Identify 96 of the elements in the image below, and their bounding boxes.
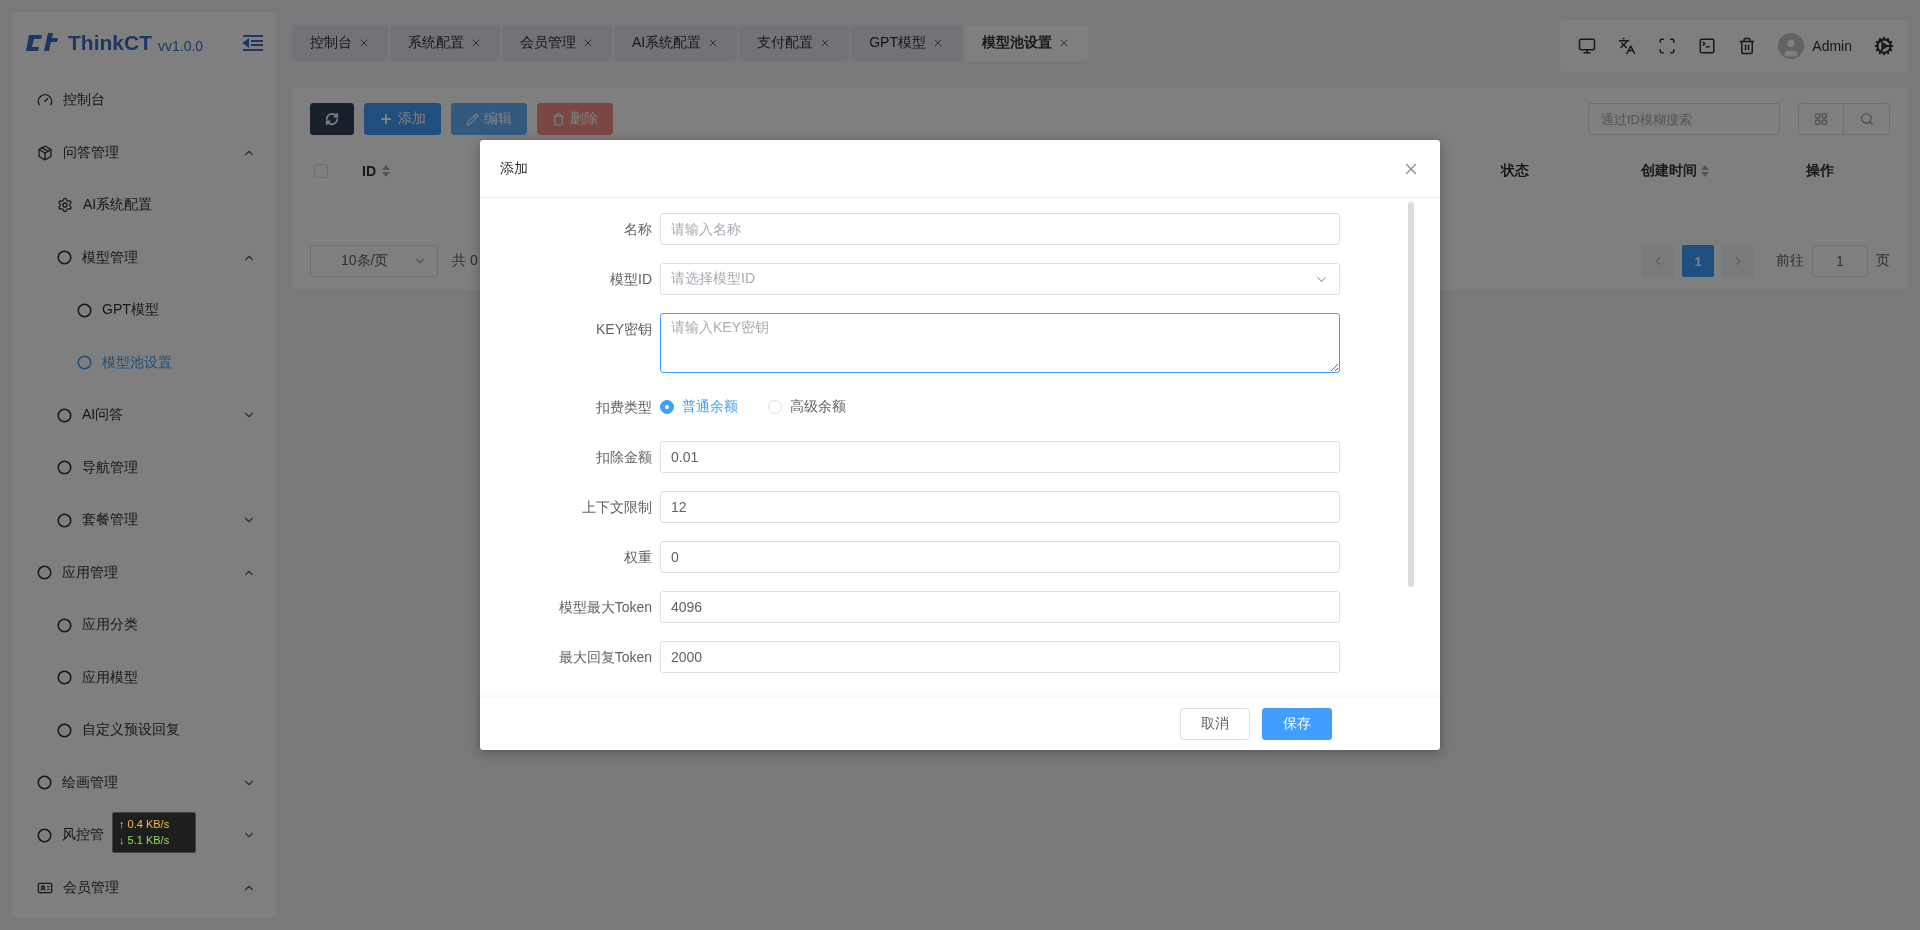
circle-icon bbox=[57, 617, 72, 633]
field-label: 模型ID bbox=[609, 270, 652, 289]
input-field[interactable]: 请输入名称 bbox=[660, 213, 1340, 245]
translate-icon[interactable] bbox=[1618, 37, 1637, 55]
circle-icon bbox=[77, 355, 92, 371]
tab[interactable]: 模型池设置 bbox=[964, 25, 1088, 61]
upload-speed: ↑ 0.4 KB/s bbox=[119, 817, 171, 832]
tab[interactable]: 会员管理 bbox=[502, 25, 612, 61]
circle-icon bbox=[57, 250, 72, 266]
close-icon[interactable] bbox=[582, 37, 594, 49]
fullscreen-icon[interactable] bbox=[1658, 37, 1677, 55]
user-name[interactable]: Admin bbox=[1812, 38, 1852, 54]
menu-item[interactable]: 问答管理 bbox=[63, 143, 119, 162]
pencil-icon bbox=[466, 112, 479, 126]
close-icon[interactable] bbox=[358, 37, 370, 49]
grid-icon bbox=[1814, 112, 1828, 126]
circle-icon bbox=[37, 775, 52, 791]
column-header: 状态 bbox=[1501, 162, 1529, 180]
sort-icon bbox=[1701, 165, 1709, 177]
menu-item[interactable]: 应用管理 bbox=[62, 563, 118, 582]
goto-label: 前往 bbox=[1776, 252, 1804, 270]
column-header: 创建时间 bbox=[1641, 162, 1697, 180]
circle-icon bbox=[57, 460, 72, 476]
field-label: KEY密钥 bbox=[595, 320, 652, 339]
page-unit: 页 bbox=[1876, 252, 1890, 270]
close-icon[interactable] bbox=[470, 37, 482, 49]
menu-item[interactable]: 自定义预设回复 bbox=[82, 721, 180, 740]
menu-item[interactable]: GPT模型 bbox=[102, 301, 159, 320]
field-label: 权重 bbox=[623, 548, 652, 567]
field-label: 名称 bbox=[623, 220, 652, 239]
tab[interactable]: 支付配置 bbox=[739, 25, 850, 61]
column-header: ID bbox=[362, 163, 376, 179]
scrollbar[interactable] bbox=[1408, 202, 1414, 587]
circle-icon bbox=[77, 302, 92, 318]
tab[interactable]: 系统配置 bbox=[390, 25, 500, 61]
menu-item[interactable]: 应用模型 bbox=[82, 668, 138, 687]
page-input[interactable]: 1 bbox=[1812, 245, 1868, 277]
menu-item[interactable]: 模型管理 bbox=[82, 248, 138, 267]
total-count: 共 0 bbox=[452, 252, 478, 270]
save-button[interactable]: 保存 bbox=[1262, 708, 1332, 740]
radio-option[interactable]: 高级余额 bbox=[768, 398, 846, 416]
field-label: 模型最大Token bbox=[557, 598, 652, 617]
radio-option[interactable]: 普通余额 bbox=[660, 398, 738, 416]
grid-button[interactable] bbox=[1799, 104, 1844, 134]
select-field[interactable]: 请选择模型ID bbox=[660, 263, 1340, 295]
page-size-select[interactable]: 10条/页 bbox=[310, 245, 438, 277]
menu-item[interactable]: 导航管理 bbox=[82, 458, 138, 477]
tab[interactable]: AI系统配置 bbox=[614, 25, 738, 61]
menu-item[interactable]: AI问答 bbox=[82, 406, 124, 425]
close-icon[interactable] bbox=[932, 37, 944, 49]
trash-icon bbox=[552, 112, 565, 126]
download-speed: ↓ 5.1 KB/s bbox=[119, 833, 171, 848]
field-label: 上下文限制 bbox=[581, 498, 652, 517]
circle-icon bbox=[57, 512, 72, 528]
input-field[interactable]: 0.01 bbox=[660, 441, 1340, 473]
menu-icon[interactable] bbox=[242, 34, 264, 52]
tab[interactable]: GPT模型 bbox=[851, 25, 962, 61]
circle-icon bbox=[57, 670, 72, 686]
circle-icon bbox=[37, 827, 52, 843]
menu-item[interactable]: AI系统配置 bbox=[83, 196, 153, 215]
menu-item[interactable]: 控制台 bbox=[63, 91, 105, 110]
circle-icon bbox=[37, 565, 52, 581]
package-icon bbox=[37, 144, 53, 161]
plus-icon bbox=[379, 112, 393, 126]
app-name: ThinkCT bbox=[68, 31, 152, 55]
circle-icon bbox=[57, 407, 72, 423]
tab[interactable]: 控制台 bbox=[292, 25, 388, 61]
menu-item[interactable]: 绘画管理 bbox=[62, 773, 118, 792]
field-label: 最大回复Token bbox=[557, 648, 652, 667]
close-icon[interactable] bbox=[1058, 37, 1070, 49]
input-field[interactable]: 12 bbox=[660, 491, 1340, 523]
input-field[interactable]: 0 bbox=[660, 541, 1340, 573]
column-header: 操作 bbox=[1806, 162, 1834, 180]
text-area[interactable]: 请输入KEY密钥 bbox=[660, 313, 1340, 373]
cancel-button[interactable]: 取消 bbox=[1180, 708, 1250, 740]
refresh-icon bbox=[325, 112, 339, 126]
sort-icon bbox=[382, 165, 390, 177]
field-label: 扣费类型 bbox=[595, 398, 652, 417]
input-field[interactable]: 4096 bbox=[660, 591, 1340, 623]
avatar[interactable] bbox=[1778, 33, 1805, 59]
menu-item[interactable]: 应用分类 bbox=[82, 616, 138, 635]
dialog-title: 添加 bbox=[500, 159, 528, 178]
search-icon bbox=[1859, 112, 1874, 126]
menu-item[interactable]: 会员管理 bbox=[63, 878, 119, 897]
menu-item[interactable]: 风控管 bbox=[62, 826, 104, 845]
version-label: vv1.0.0 bbox=[158, 38, 204, 54]
input-field[interactable]: 2000 bbox=[660, 641, 1340, 673]
field-label: 扣除金额 bbox=[595, 448, 652, 467]
terminal-icon[interactable] bbox=[1698, 37, 1717, 55]
gear-icon bbox=[57, 197, 73, 214]
circle-icon bbox=[57, 722, 72, 738]
monitor-icon[interactable] bbox=[1578, 37, 1597, 55]
settings-icon[interactable] bbox=[1874, 36, 1894, 56]
menu-item[interactable]: 套餐管理 bbox=[82, 511, 138, 530]
trash-icon[interactable] bbox=[1738, 37, 1757, 55]
refresh-button[interactable] bbox=[310, 103, 354, 135]
